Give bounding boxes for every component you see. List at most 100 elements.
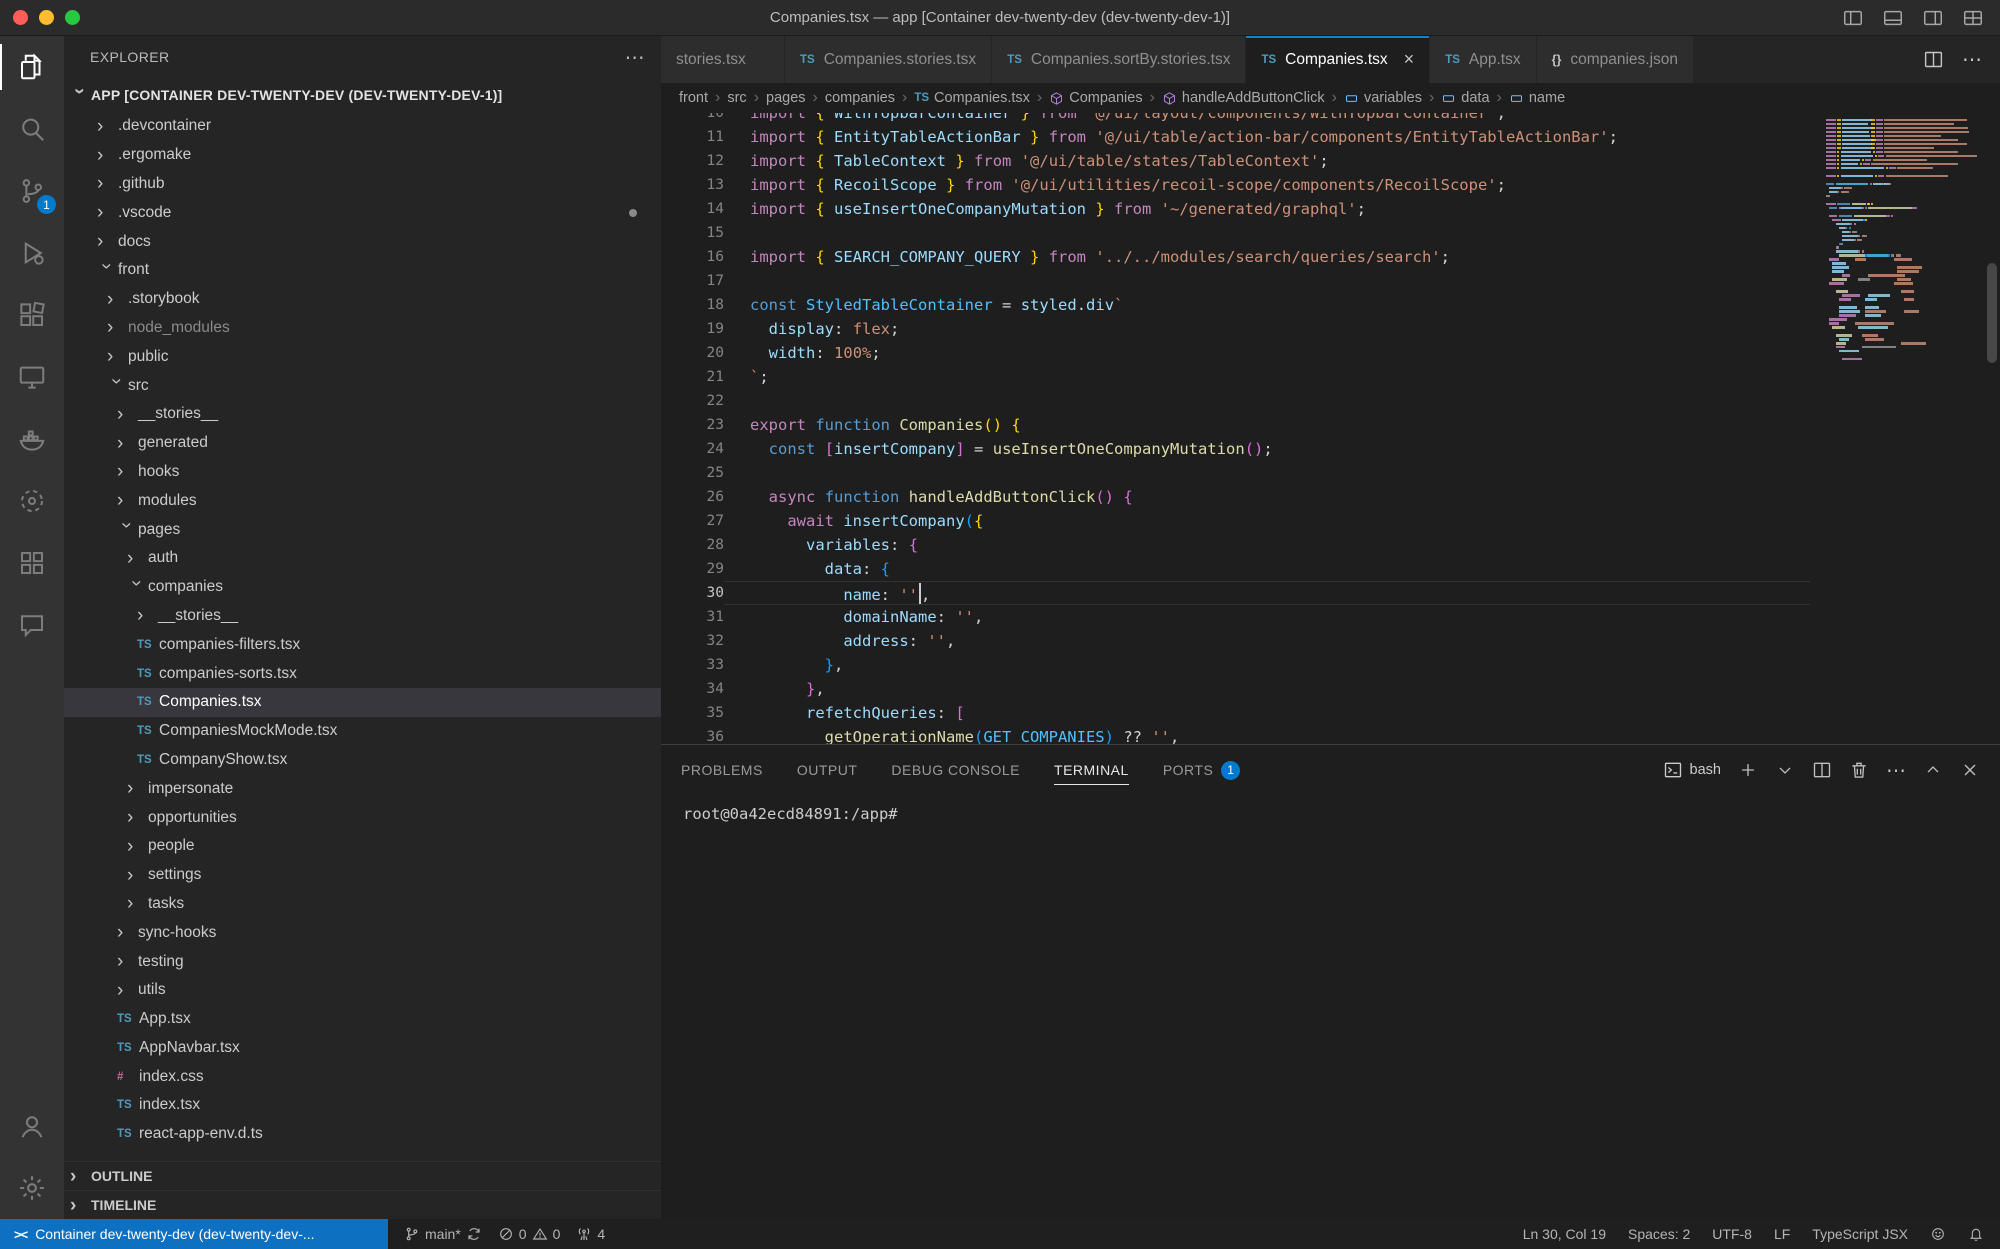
code-line-14[interactable]: 14import { useInsertOneCompanyMutation }… (661, 197, 2000, 221)
folder-opportunities[interactable]: ›opportunities (64, 803, 661, 832)
folder-node-modules[interactable]: ›node_modules (64, 314, 661, 343)
remote-indicator[interactable]: >< Container dev-twenty-dev (dev-twenty-… (0, 1219, 388, 1249)
views-more-icon[interactable]: ⋯ (625, 45, 645, 70)
split-terminal-icon[interactable] (1812, 760, 1832, 780)
live-share-activity-icon[interactable] (0, 470, 64, 532)
code-line-30[interactable]: 30 name: '', (661, 581, 2000, 605)
code-line-13[interactable]: 13import { RecoilScope } from '@/ui/util… (661, 173, 2000, 197)
code-line-35[interactable]: 35 refetchQueries: [ (661, 701, 2000, 725)
folder-impersonate[interactable]: ›impersonate (64, 774, 661, 803)
folder-generated[interactable]: ›generated (64, 429, 661, 458)
minimap[interactable] (1826, 115, 1984, 362)
breadcrumb-item-companies[interactable]: Companies (1049, 90, 1142, 106)
folder--stories-[interactable]: ›__stories__ (64, 602, 661, 631)
code-line-16[interactable]: 16import { SEARCH_COMPANY_QUERY } from '… (661, 245, 2000, 269)
code-line-24[interactable]: 24 const [insertCompany] = useInsertOneC… (661, 437, 2000, 461)
scrollbar-thumb[interactable] (1987, 263, 1997, 363)
code-line-33[interactable]: 33 }, (661, 653, 2000, 677)
file-companies-filters.tsx[interactable]: TScompanies-filters.tsx (64, 630, 661, 659)
code-line-28[interactable]: 28 variables: { (661, 533, 2000, 557)
folder-modules[interactable]: ›modules (64, 486, 661, 515)
project-root-row[interactable]: › APP [CONTAINER DEV-TWENTY-DEV (DEV-TWE… (64, 78, 661, 112)
ports-status[interactable]: 4 (576, 1226, 605, 1242)
tab-companies.sortby.stories.tsx[interactable]: TSCompanies.sortBy.stories.tsx (992, 36, 1246, 83)
close-window-button[interactable] (13, 10, 28, 25)
folder-sync-hooks[interactable]: ›sync-hooks (64, 918, 661, 947)
code-line-32[interactable]: 32 address: '', (661, 629, 2000, 653)
tab-companies.stories.tsx[interactable]: TSCompanies.stories.tsx (785, 36, 992, 83)
file-app.tsx[interactable]: TSApp.tsx (64, 1005, 661, 1034)
tab-stories.tsx[interactable]: stories.tsx (661, 36, 785, 83)
toggle-panel-icon[interactable] (1882, 7, 1904, 29)
notifications-bell[interactable] (1968, 1226, 1984, 1242)
breadcrumb-item-src[interactable]: src (727, 90, 746, 106)
code-line-31[interactable]: 31 domainName: '', (661, 605, 2000, 629)
file-companies-sorts.tsx[interactable]: TScompanies-sorts.tsx (64, 659, 661, 688)
code-line-11[interactable]: 11import { EntityTableActionBar } from '… (661, 125, 2000, 149)
kill-terminal-icon[interactable] (1849, 760, 1869, 780)
run-debug-activity-icon[interactable] (0, 222, 64, 284)
folder-people[interactable]: ›people (64, 832, 661, 861)
panel-tab-ports[interactable]: PORTS1 (1163, 756, 1240, 784)
close-tab-icon[interactable]: × (1404, 49, 1415, 70)
status-utf-8[interactable]: UTF-8 (1712, 1226, 1752, 1242)
file-companiesmockmode.tsx[interactable]: TSCompaniesMockMode.tsx (64, 717, 661, 746)
tab-companies.json[interactable]: {}companies.json (1537, 36, 1694, 83)
panel-tab-problems[interactable]: PROBLEMS (681, 756, 763, 784)
folder-.storybook[interactable]: ›.storybook (64, 285, 661, 314)
code-line-25[interactable]: 25 (661, 461, 2000, 485)
status-lf[interactable]: LF (1774, 1226, 1790, 1242)
comments-activity-icon[interactable] (0, 594, 64, 656)
folder-tasks[interactable]: ›tasks (64, 890, 661, 919)
file-appnavbar.tsx[interactable]: TSAppNavbar.tsx (64, 1034, 661, 1063)
docker-activity-icon[interactable] (0, 408, 64, 470)
breadcrumb-item-data[interactable]: data (1441, 90, 1489, 106)
breadcrumb-item-companies.tsx[interactable]: TSCompanies.tsx (914, 90, 1030, 106)
maximize-panel-icon[interactable] (1923, 760, 1943, 780)
minimize-window-button[interactable] (39, 10, 54, 25)
breadcrumb-item-variables[interactable]: variables (1344, 90, 1422, 106)
folder-.vscode[interactable]: ›.vscode (64, 198, 661, 227)
folder-src[interactable]: ›src (64, 371, 661, 400)
sync-icon[interactable] (466, 1226, 482, 1242)
code-line-19[interactable]: 19 display: flex; (661, 317, 2000, 341)
status-typescript-jsx[interactable]: TypeScript JSX (1812, 1226, 1908, 1242)
folder-docs[interactable]: ›docs (64, 227, 661, 256)
code-line-12[interactable]: 12import { TableContext } from '@/ui/tab… (661, 149, 2000, 173)
code-line-22[interactable]: 22 (661, 389, 2000, 413)
close-panel-icon[interactable] (1960, 760, 1980, 780)
tab-companies.tsx[interactable]: TSCompanies.tsx× (1246, 36, 1430, 83)
split-editor-icon[interactable] (1923, 49, 1944, 70)
folder-hooks[interactable]: ›hooks (64, 458, 661, 487)
shell-selector[interactable]: bash (1663, 760, 1721, 780)
file-companyshow.tsx[interactable]: TSCompanyShow.tsx (64, 746, 661, 775)
code-line-29[interactable]: 29 data: { (661, 557, 2000, 581)
folder-.ergomake[interactable]: ›.ergomake (64, 141, 661, 170)
customize-layout-icon[interactable] (1962, 7, 1984, 29)
code-line-18[interactable]: 18const StyledTableContainer = styled.di… (661, 293, 2000, 317)
terminal-output[interactable]: root@0a42ecd84891:/app# (661, 795, 2000, 823)
panel-more-icon[interactable]: ⋯ (1886, 758, 1906, 783)
new-terminal-icon[interactable] (1738, 760, 1758, 780)
folder-settings[interactable]: ›settings (64, 861, 661, 890)
folder-.github[interactable]: ›.github (64, 170, 661, 199)
breadcrumb-item-pages[interactable]: pages (766, 90, 806, 106)
folder-pages[interactable]: ›pages (64, 515, 661, 544)
maximize-window-button[interactable] (65, 10, 80, 25)
breadcrumb-item-handleaddbuttonclick[interactable]: handleAddButtonClick (1162, 90, 1325, 106)
breadcrumb-item-front[interactable]: front (679, 90, 708, 106)
code-line-10[interactable]: 10import { WithTopbarContainer } from '@… (661, 113, 2000, 125)
code-line-27[interactable]: 27 await insertCompany({ (661, 509, 2000, 533)
extensions-activity-icon[interactable] (0, 284, 64, 346)
file-react-app-env.d.ts[interactable]: TSreact-app-env.d.ts (64, 1120, 661, 1149)
code-editor[interactable]: 10import { WithTopbarContainer } from '@… (661, 113, 2000, 744)
folder--stories-[interactable]: ›__stories__ (64, 400, 661, 429)
folder-front[interactable]: ›front (64, 256, 661, 285)
explorer-activity-icon[interactable] (0, 36, 64, 98)
file-companies.tsx[interactable]: TSCompanies.tsx (64, 688, 661, 717)
code-line-21[interactable]: 21`; (661, 365, 2000, 389)
code-line-17[interactable]: 17 (661, 269, 2000, 293)
breadcrumb-item-companies[interactable]: companies (825, 90, 895, 106)
folder-companies[interactable]: ›companies (64, 573, 661, 602)
feedback-smiley[interactable] (1930, 1226, 1946, 1242)
